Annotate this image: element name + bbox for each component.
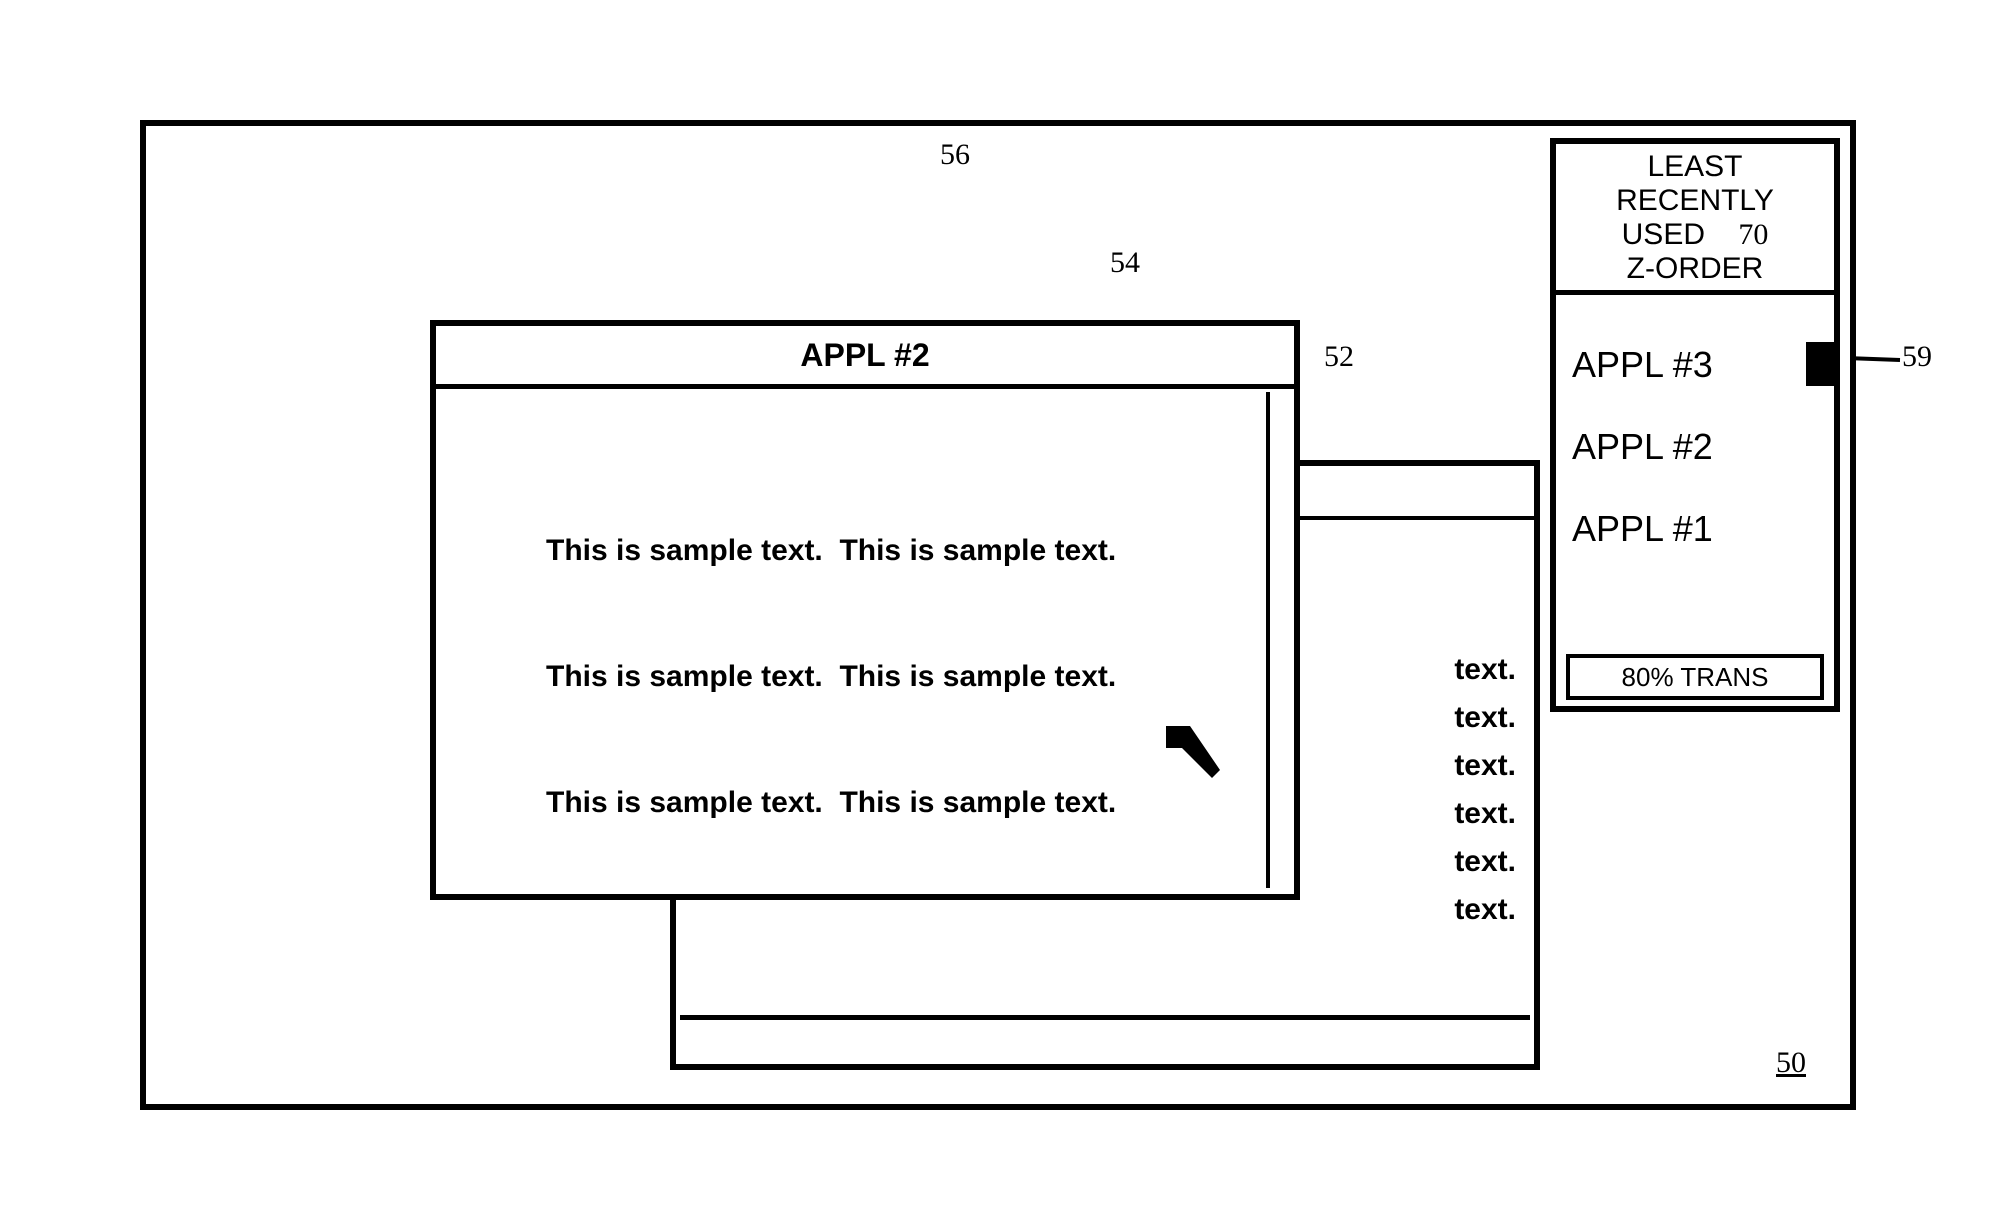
window1-bottom-separator [680,1015,1530,1020]
window2-scrollbar-track [1266,392,1292,888]
z-order-list: APPL #3 APPL #2 APPL #1 [1572,324,1713,570]
cursor-pointer-icon [1160,720,1230,790]
window1-line-frag: text. [1454,893,1516,926]
z-order-panel-header: LEAST RECENTLY USED 70 Z-ORDER [1556,144,1834,295]
ref-50: 50 [1776,1046,1806,1080]
z-order-header-line1: LEAST [1560,150,1830,184]
z-order-header-line2: RECENTLY [1560,184,1830,218]
z-order-panel[interactable]: LEAST RECENTLY USED 70 Z-ORDER APPL #3 A… [1550,138,1840,712]
diagram-canvas: text. text. text. text. text. text. This… [60,40,1936,1170]
z-order-header-line3: USED [1622,218,1705,251]
window2-body: This is sample text. This is sample text… [546,446,1234,874]
z-order-item[interactable]: APPL #3 [1572,324,1713,406]
z-order-scrollbar-thumb[interactable] [1806,342,1834,386]
window1-line-full: This is sample text. This is sample text… [722,994,1164,1004]
window2-titlebar[interactable]: APPL #2 [436,326,1294,389]
z-order-item[interactable]: APPL #1 [1572,488,1713,570]
window2-line: This is sample text. This is sample text… [546,530,1234,572]
window1-line-frag: text. [1454,845,1516,878]
z-order-footer[interactable]: 80% TRANS [1566,654,1824,700]
window1-line-frag: text. [1454,797,1516,830]
ref-54: 54 [1110,246,1140,280]
window2-line: This is sample text. This is sample text… [546,782,1234,824]
z-order-item[interactable]: APPL #2 [1572,406,1713,488]
ref-70-inline: 70 [1738,218,1768,251]
window1-line-frag: text. [1454,653,1516,686]
window2-line: This is sample text. This is sample text… [546,656,1234,698]
app-window-2[interactable]: APPL #2 This is sample text. This is sam… [430,320,1300,900]
ref-52: 52 [1324,340,1354,374]
window1-line-frag: text. [1454,701,1516,734]
ref-59: 59 [1902,340,1932,374]
window2-scrollbar[interactable] [1266,392,1288,888]
ref-56: 56 [940,138,970,172]
z-order-header-line4: Z-ORDER [1560,252,1830,286]
window2-title: APPL #2 [800,337,929,373]
z-order-footer-text: 80% TRANS [1622,662,1769,692]
window1-line-frag: text. [1454,749,1516,782]
